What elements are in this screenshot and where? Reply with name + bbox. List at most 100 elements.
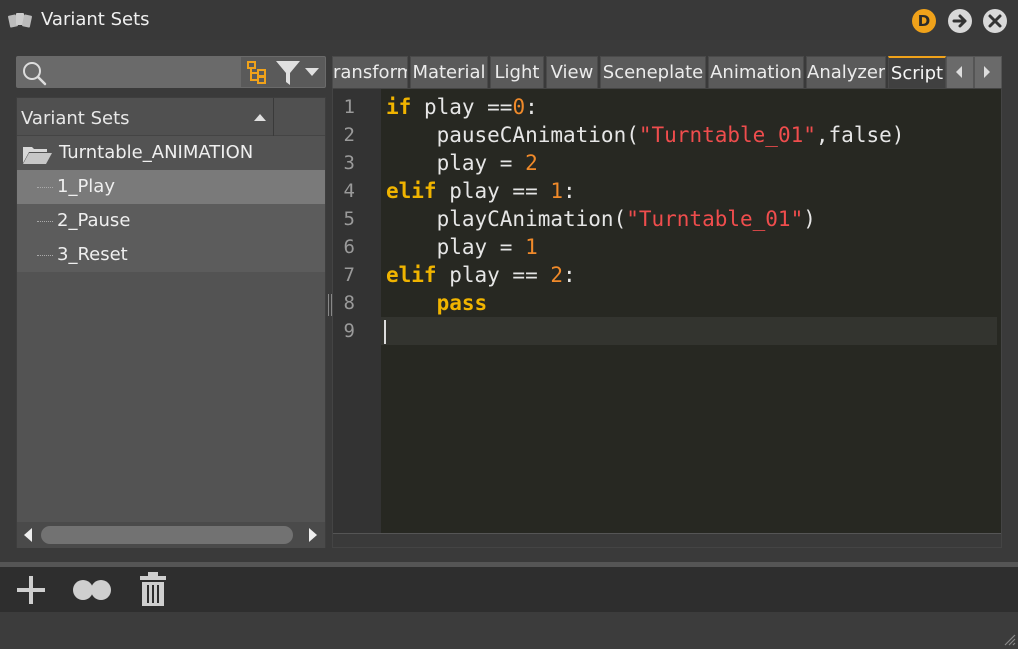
code-token: pauseCAnimation( [386, 123, 639, 147]
tab-scroll-right[interactable] [974, 56, 1002, 90]
tree-item-root[interactable]: Turntable_ANIMATION [17, 136, 325, 170]
line-number: 3 [343, 152, 355, 174]
line-number: 4 [343, 180, 355, 202]
arrow-right-icon [952, 14, 967, 28]
code-token: if [386, 95, 412, 119]
scroll-right-icon[interactable] [306, 527, 320, 543]
close-button[interactable] [983, 9, 1007, 33]
code-token: : [563, 263, 576, 287]
code-line: playCAnimation("Turntable_01") [386, 205, 816, 233]
chevron-right-icon [984, 66, 990, 78]
line-number: 9 [343, 320, 355, 342]
line-number: 8 [343, 292, 355, 314]
line-number: 7 [343, 264, 355, 286]
duplicate-icon[interactable] [70, 575, 114, 605]
scroll-left-icon[interactable] [21, 527, 35, 543]
tab-script[interactable]: Script [888, 56, 946, 88]
tree-connector [37, 255, 53, 256]
code-line: pass [386, 289, 488, 317]
arrow-right-button[interactable] [948, 9, 972, 33]
code-token: play == [436, 263, 551, 287]
tree-connector [37, 221, 53, 222]
code-token: 2 [525, 151, 538, 175]
line-number-gutter: 1 2 3 4 5 6 7 8 9 [333, 89, 381, 533]
code-token: : [563, 179, 576, 203]
line-number: 1 [343, 96, 355, 118]
tree-item[interactable]: 3_Reset [17, 238, 325, 272]
search-icon [23, 62, 47, 86]
code-line: play = 1 [386, 233, 538, 261]
code-token: play = [386, 235, 526, 259]
tab-material[interactable]: Material [410, 56, 488, 88]
tree-item-label: 3_Reset [57, 244, 128, 265]
variant-tree: Variant Sets Turntable_ANIMATION 1_Play … [16, 97, 326, 548]
close-icon [988, 14, 1002, 28]
tab-transform[interactable]: ransform [332, 56, 408, 88]
code-token: : [525, 95, 538, 119]
code-line: if play ==0: [386, 93, 538, 121]
d-badge-button[interactable]: D [912, 9, 936, 33]
search-bar [16, 56, 326, 88]
horizontal-scrollbar[interactable] [17, 522, 325, 548]
tab-light[interactable]: Light [490, 56, 544, 88]
code-token: "Turntable_01" [638, 123, 816, 147]
scroll-thumb[interactable] [41, 526, 293, 544]
tab-view[interactable]: View [546, 56, 598, 88]
tree-item-label: 1_Play [57, 176, 115, 197]
code-token: play = [386, 151, 526, 175]
code-token: 0 [512, 95, 526, 119]
code-area[interactable]: if play ==0: pauseCAnimation("Turntable_… [381, 89, 1001, 533]
tab-sceneplate[interactable]: Sceneplate [600, 56, 706, 88]
line-number: 6 [343, 236, 355, 258]
filter-icon[interactable] [275, 59, 301, 87]
tab-analyzer[interactable]: Analyzer [806, 56, 886, 88]
folder-open-icon [23, 147, 52, 164]
code-token: play == [436, 179, 551, 203]
tree-connector [37, 187, 53, 188]
code-token: elif [386, 179, 437, 203]
tree-item-label: Turntable_ANIMATION [59, 142, 254, 163]
code-token: "Turntable_01" [626, 207, 804, 231]
code-token: 1 [525, 235, 538, 259]
code-token: ,false) [815, 123, 905, 147]
text-caret [384, 320, 386, 344]
title-bar: Variant Sets D [0, 0, 1018, 40]
code-line: pauseCAnimation("Turntable_01",false) [386, 121, 905, 149]
code-token: elif [386, 263, 437, 287]
trash-icon[interactable] [138, 571, 168, 607]
tree-view-icon[interactable] [245, 60, 271, 86]
cards-icon [8, 13, 32, 28]
search-input[interactable] [17, 57, 241, 87]
tree-header-label: Variant Sets [21, 108, 130, 129]
tree-item[interactable]: 2_Pause [17, 204, 325, 238]
editor-bottom-bar [333, 533, 1001, 547]
chevron-left-icon [956, 66, 962, 78]
script-editor[interactable]: 123456789 if play ==0: pauseCAnimation("… [332, 88, 1002, 548]
line-number: 2 [343, 124, 355, 146]
status-bar [0, 612, 1018, 649]
code-line: elif play == 1: [386, 177, 576, 205]
current-line-highlight [381, 317, 997, 345]
code-token: pass [436, 291, 488, 315]
code-line: play = 2 [386, 149, 538, 177]
code-token: 2 [550, 263, 564, 287]
code-line: elif play == 2: [386, 261, 576, 289]
plus-icon[interactable] [14, 573, 48, 607]
line-number: 5 [343, 208, 355, 230]
tree-header[interactable]: Variant Sets [17, 98, 325, 136]
tab-scroll-left[interactable] [946, 56, 974, 90]
code-token: playCAnimation( [386, 207, 627, 231]
window-title: Variant Sets [41, 9, 150, 30]
resize-grip-icon[interactable] [1002, 632, 1016, 646]
sort-up-icon[interactable] [253, 112, 267, 122]
tree-item[interactable]: 1_Play [17, 170, 325, 204]
tab-animation[interactable]: Animation [708, 56, 804, 88]
chevron-down-icon[interactable] [304, 65, 320, 79]
code-token: 1 [550, 179, 564, 203]
code-token: play == [411, 95, 513, 119]
tab-bar: ransform Material Light View Sceneplate … [332, 56, 1002, 90]
code-token: ) [803, 207, 816, 231]
header-divider [273, 98, 274, 136]
tree-item-label: 2_Pause [57, 210, 131, 231]
